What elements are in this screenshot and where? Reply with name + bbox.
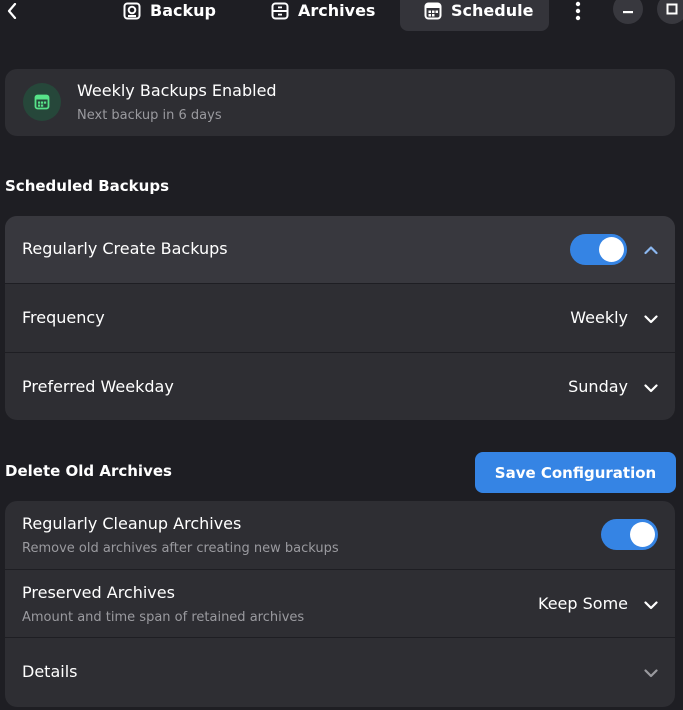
switch-knob [630, 522, 655, 547]
regularly-create-backups-switch[interactable] [570, 234, 627, 265]
preserved-archives-label: Preserved Archives [22, 583, 175, 602]
main-menu-button[interactable] [570, 0, 586, 22]
schedule-page: Backup Archives Schedule Weekly Backups … [0, 0, 683, 710]
regularly-create-backups-row[interactable]: Regularly Create Backups [5, 216, 675, 284]
calendar-icon [34, 94, 50, 110]
status-subtitle: Next backup in 6 days [77, 108, 222, 123]
tab-backup[interactable]: Backup [123, 0, 216, 31]
tab-schedule-label: Schedule [451, 1, 534, 20]
status-icon-circle [23, 83, 61, 121]
frequency-label: Frequency [22, 308, 105, 327]
chevron-down-icon [644, 601, 658, 610]
chevron-up-icon [644, 246, 658, 255]
maximize-icon [666, 3, 678, 15]
preferred-weekday-label: Preferred Weekday [22, 377, 174, 396]
header-bar: Backup Archives Schedule [0, 0, 683, 31]
details-expand-button[interactable] [643, 665, 659, 681]
frequency-value: Weekly [570, 308, 628, 327]
preserved-archives-value: Keep Some [538, 594, 628, 613]
chevron-down-icon [644, 315, 658, 324]
scheduled-backups-heading: Scheduled Backups [5, 177, 170, 195]
scheduled-backups-list: Regularly Create Backups Frequency Weekl… [5, 216, 675, 420]
weekday-dropdown[interactable] [643, 380, 659, 396]
details-row[interactable]: Details [5, 638, 675, 707]
chevron-down-icon [644, 384, 658, 393]
more-vertical-icon [575, 1, 581, 21]
collapse-button[interactable] [643, 242, 659, 258]
preferred-weekday-value: Sunday [568, 377, 628, 396]
backup-icon [123, 2, 141, 19]
details-label: Details [22, 662, 78, 681]
back-arrow-icon [7, 3, 17, 19]
preserved-archives-dropdown[interactable] [643, 597, 659, 613]
regularly-cleanup-row[interactable]: Regularly Cleanup Archives Remove old ar… [5, 501, 675, 570]
frequency-row[interactable]: Frequency Weekly [5, 284, 675, 353]
switch-knob [599, 237, 624, 262]
tab-archives-label: Archives [298, 1, 376, 20]
delete-old-archives-heading: Delete Old Archives [5, 462, 172, 480]
status-title: Weekly Backups Enabled [77, 81, 277, 100]
preserved-archives-subtitle: Amount and time span of retained archive… [22, 610, 305, 625]
calendar-icon [424, 2, 442, 19]
regularly-cleanup-label: Regularly Cleanup Archives [22, 514, 242, 533]
save-configuration-button[interactable]: Save Configuration [475, 452, 676, 493]
archives-icon [271, 2, 289, 19]
back-button[interactable] [2, 0, 22, 22]
frequency-dropdown[interactable] [643, 311, 659, 327]
tab-schedule[interactable]: Schedule [400, 0, 549, 31]
tab-archives[interactable]: Archives [271, 0, 375, 31]
preferred-weekday-row[interactable]: Preferred Weekday Sunday [5, 353, 675, 420]
regularly-cleanup-subtitle: Remove old archives after creating new b… [22, 541, 339, 556]
minimize-icon [623, 11, 633, 14]
preserved-archives-row[interactable]: Preserved Archives Amount and time span … [5, 570, 675, 638]
regularly-cleanup-switch[interactable] [601, 519, 658, 550]
delete-old-archives-list: Regularly Cleanup Archives Remove old ar… [5, 501, 675, 707]
maximize-button[interactable] [657, 0, 683, 24]
regularly-create-backups-label: Regularly Create Backups [22, 239, 228, 258]
tab-backup-label: Backup [150, 1, 216, 20]
chevron-down-icon [644, 669, 658, 678]
minimize-button[interactable] [613, 0, 643, 24]
schedule-status-card: Weekly Backups Enabled Next backup in 6 … [5, 69, 675, 136]
